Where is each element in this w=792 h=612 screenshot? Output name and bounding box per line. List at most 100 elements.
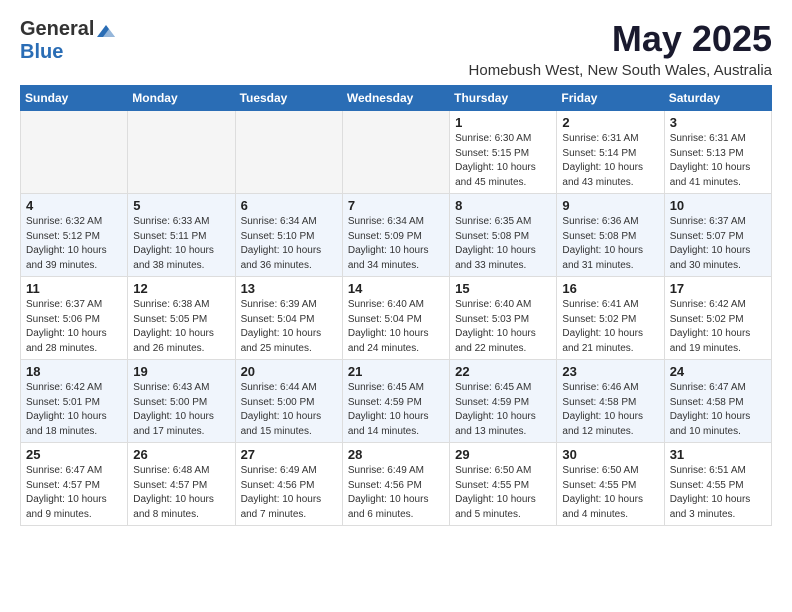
table-row: 10 Sunrise: 6:37 AMSunset: 5:07 PMDayligh… (664, 194, 771, 277)
day-info: Sunrise: 6:35 AMSunset: 5:08 PMDaylight:… (455, 215, 551, 273)
table-row (21, 111, 128, 194)
day-number: 21 (348, 364, 444, 379)
day-number: 25 (26, 447, 122, 462)
table-row: 28 Sunrise: 6:49 AMSunset: 4:56 PMDayligh… (342, 443, 449, 526)
day-number: 3 (670, 115, 766, 130)
table-row: 7Sunrise: 6:34 AMSunset: 5:09 PMDaylight… (342, 194, 449, 277)
day-number: 29 (455, 447, 551, 462)
day-info: Sunrise: 6:49 AMSunset: 4:56 PMDaylight:… (348, 464, 444, 522)
day-info: Sunrise: 6:37 AMSunset: 5:07 PMDaylight:… (670, 215, 766, 273)
logo: General Blue (20, 18, 117, 64)
day-number: 18 (26, 364, 122, 379)
day-number: 2 (562, 115, 658, 130)
day-number: 23 (562, 364, 658, 379)
calendar-week-row: 11 Sunrise: 6:37 AMSunset: 5:06 PMDayligh… (21, 277, 772, 360)
day-info: Sunrise: 6:45 AMSunset: 4:59 PMDaylight:… (348, 381, 444, 439)
table-row: 12 Sunrise: 6:38 AMSunset: 5:05 PMDayligh… (128, 277, 235, 360)
table-row (128, 111, 235, 194)
day-number: 8 (455, 198, 551, 213)
table-row: 23 Sunrise: 6:46 AMSunset: 4:58 PMDayligh… (557, 360, 664, 443)
day-info: Sunrise: 6:34 AMSunset: 5:09 PMDaylight:… (348, 215, 444, 273)
table-row: 22Sunrise: 6:45 AMSunset: 4:59 PMDayligh… (450, 360, 557, 443)
day-info: Sunrise: 6:37 AMSunset: 5:06 PMDaylight:… (26, 298, 122, 356)
table-row: 27 Sunrise: 6:49 AMSunset: 4:56 PMDayligh… (235, 443, 342, 526)
day-number: 4 (26, 198, 122, 213)
day-info: Sunrise: 6:31 AMSunset: 5:13 PMDaylight:… (670, 132, 766, 190)
col-tuesday: Tuesday (235, 86, 342, 111)
day-info: Sunrise: 6:46 AMSunset: 4:58 PMDaylight:… (562, 381, 658, 439)
table-row: 26Sunrise: 6:48 AMSunset: 4:57 PMDayligh… (128, 443, 235, 526)
col-friday: Friday (557, 86, 664, 111)
table-row: 25 Sunrise: 6:47 AMSunset: 4:57 PMDayligh… (21, 443, 128, 526)
day-info: Sunrise: 6:31 AMSunset: 5:14 PMDaylight:… (562, 132, 658, 190)
day-number: 19 (133, 364, 229, 379)
day-info: Sunrise: 6:36 AMSunset: 5:08 PMDaylight:… (562, 215, 658, 273)
table-row: 19 Sunrise: 6:43 AMSunset: 5:00 PMDayligh… (128, 360, 235, 443)
day-info: Sunrise: 6:39 AMSunset: 5:04 PMDaylight:… (241, 298, 337, 356)
day-number: 31 (670, 447, 766, 462)
table-row: 11 Sunrise: 6:37 AMSunset: 5:06 PMDayligh… (21, 277, 128, 360)
table-row: 1 Sunrise: 6:30 AMSunset: 5:15 PMDaylight… (450, 111, 557, 194)
table-row: 8 Sunrise: 6:35 AMSunset: 5:08 PMDaylight… (450, 194, 557, 277)
day-info: Sunrise: 6:30 AMSunset: 5:15 PMDaylight:… (455, 132, 551, 190)
day-info: Sunrise: 6:33 AMSunset: 5:11 PMDaylight:… (133, 215, 229, 273)
day-info: Sunrise: 6:50 AMSunset: 4:55 PMDaylight:… (455, 464, 551, 522)
day-info: Sunrise: 6:42 AMSunset: 5:01 PMDaylight:… (26, 381, 122, 439)
table-row: 3 Sunrise: 6:31 AMSunset: 5:13 PMDaylight… (664, 111, 771, 194)
table-row: 29 Sunrise: 6:50 AMSunset: 4:55 PMDayligh… (450, 443, 557, 526)
col-sunday: Sunday (21, 86, 128, 111)
day-info: Sunrise: 6:47 AMSunset: 4:57 PMDaylight:… (26, 464, 122, 522)
day-number: 24 (670, 364, 766, 379)
day-number: 10 (670, 198, 766, 213)
day-info: Sunrise: 6:41 AMSunset: 5:02 PMDaylight:… (562, 298, 658, 356)
day-number: 14 (348, 281, 444, 296)
day-info: Sunrise: 6:47 AMSunset: 4:58 PMDaylight:… (670, 381, 766, 439)
table-row: 31Sunrise: 6:51 AMSunset: 4:55 PMDayligh… (664, 443, 771, 526)
logo-text: General Blue (20, 18, 117, 64)
title-block: May 2025 Homebush West, New South Wales,… (469, 18, 772, 79)
table-row: 17 Sunrise: 6:42 AMSunset: 5:02 PMDayligh… (664, 277, 771, 360)
col-saturday: Saturday (664, 86, 771, 111)
table-row: 6 Sunrise: 6:34 AMSunset: 5:10 PMDaylight… (235, 194, 342, 277)
day-number: 20 (241, 364, 337, 379)
table-row: 20Sunrise: 6:44 AMSunset: 5:00 PMDayligh… (235, 360, 342, 443)
subtitle: Homebush West, New South Wales, Australi… (469, 62, 772, 79)
table-row (235, 111, 342, 194)
day-number: 17 (670, 281, 766, 296)
table-row: 5Sunrise: 6:33 AMSunset: 5:11 PMDaylight… (128, 194, 235, 277)
day-number: 12 (133, 281, 229, 296)
logo-icon (95, 23, 117, 39)
day-number: 28 (348, 447, 444, 462)
day-info: Sunrise: 6:40 AMSunset: 5:03 PMDaylight:… (455, 298, 551, 356)
day-info: Sunrise: 6:42 AMSunset: 5:02 PMDaylight:… (670, 298, 766, 356)
day-info: Sunrise: 6:49 AMSunset: 4:56 PMDaylight:… (241, 464, 337, 522)
calendar-week-row: 4Sunrise: 6:32 AMSunset: 5:12 PMDaylight… (21, 194, 772, 277)
calendar-week-row: 25 Sunrise: 6:47 AMSunset: 4:57 PMDayligh… (21, 443, 772, 526)
day-number: 9 (562, 198, 658, 213)
table-row: 14 Sunrise: 6:40 AMSunset: 5:04 PMDayligh… (342, 277, 449, 360)
table-row: 2 Sunrise: 6:31 AMSunset: 5:14 PMDaylight… (557, 111, 664, 194)
day-number: 11 (26, 281, 122, 296)
table-row (342, 111, 449, 194)
day-number: 26 (133, 447, 229, 462)
page: General Blue May 2025 Homebush West, New… (0, 0, 792, 536)
day-info: Sunrise: 6:38 AMSunset: 5:05 PMDaylight:… (133, 298, 229, 356)
calendar-week-row: 18 Sunrise: 6:42 AMSunset: 5:01 PMDayligh… (21, 360, 772, 443)
day-number: 1 (455, 115, 551, 130)
logo-general: General (20, 18, 94, 40)
day-info: Sunrise: 6:34 AMSunset: 5:10 PMDaylight:… (241, 215, 337, 273)
day-info: Sunrise: 6:40 AMSunset: 5:04 PMDaylight:… (348, 298, 444, 356)
col-thursday: Thursday (450, 86, 557, 111)
logo-blue: Blue (20, 41, 63, 63)
table-row: 21 Sunrise: 6:45 AMSunset: 4:59 PMDayligh… (342, 360, 449, 443)
day-number: 15 (455, 281, 551, 296)
month-title: May 2025 (469, 18, 772, 60)
day-number: 22 (455, 364, 551, 379)
day-info: Sunrise: 6:50 AMSunset: 4:55 PMDaylight:… (562, 464, 658, 522)
day-number: 6 (241, 198, 337, 213)
day-info: Sunrise: 6:43 AMSunset: 5:00 PMDaylight:… (133, 381, 229, 439)
table-row: 30Sunrise: 6:50 AMSunset: 4:55 PMDayligh… (557, 443, 664, 526)
day-number: 27 (241, 447, 337, 462)
table-row: 4Sunrise: 6:32 AMSunset: 5:12 PMDaylight… (21, 194, 128, 277)
day-number: 16 (562, 281, 658, 296)
